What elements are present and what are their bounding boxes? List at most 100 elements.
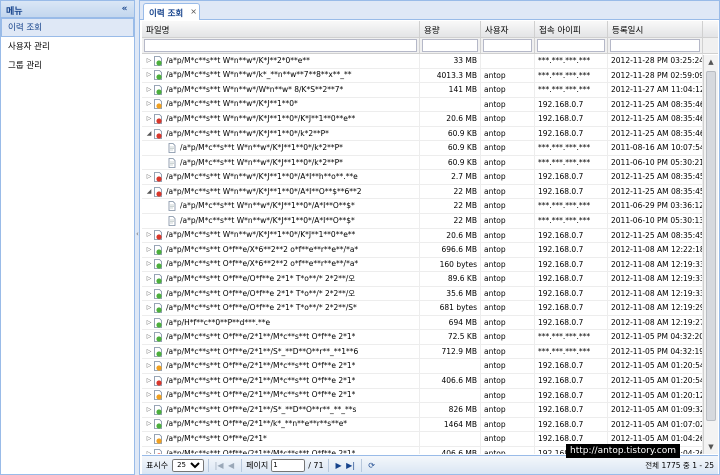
size-cell: 712.9 MB <box>420 344 481 359</box>
table-row[interactable]: ▷ /a*p/M*c**s**t O*f**e/2*1**/k*_**n**e**… <box>142 417 718 433</box>
expand-toggle-icon[interactable]: ▷ <box>145 316 153 330</box>
size-cell <box>420 359 481 374</box>
table-row[interactable]: ▷ /a*p/M*c**s**t O*f**e/2*1**/M*c**s**t O… <box>142 330 718 345</box>
expand-toggle-icon[interactable]: ▷ <box>145 418 153 432</box>
date-cell: 2012-11-08 AM 12:19:33 <box>608 257 703 272</box>
file-status-icon <box>153 346 163 357</box>
table-row[interactable]: ▷ /a*p/M*c**s**t O*f**e/X*6**2**2 o*f**e*… <box>142 243 718 258</box>
first-page-icon[interactable]: |◀ <box>213 461 225 470</box>
table-row[interactable]: ▷ /a*p/M*c**s**t W*n**w*/k*_**n**w**7**8*… <box>142 68 718 84</box>
scroll-up-icon[interactable]: ▲ <box>704 55 718 69</box>
table-row[interactable]: ▷ /a*p/M*c**s**t W*n**w*/K*J**2*0**e** 33 … <box>142 54 718 69</box>
filename-cell: ▷ /a*p/M*c**s**t O*f**e/2*1**/M*c**s**t O… <box>142 374 420 388</box>
table-row[interactable]: ▷ /a*p/M*c**s**t W*n**w*/K*J**1**0*/A*I**… <box>142 170 718 185</box>
size-cell: 22 MB <box>420 199 481 214</box>
expand-toggle-icon[interactable]: ▷ <box>145 345 153 359</box>
scroll-thumb[interactable] <box>706 71 716 421</box>
menu-item[interactable]: 사용자 관리 <box>1 37 134 56</box>
vertical-scrollbar[interactable]: ▲ ▼ <box>703 55 718 454</box>
table-row[interactable]: ▷ /a*p/M*c**s**t O*f**e/X*6**2**2 o*f**e*… <box>142 257 718 273</box>
filter-date-input[interactable] <box>610 39 700 52</box>
date-cell: 2012-11-25 AM 08:35:45 <box>608 228 703 243</box>
table-row[interactable]: /a*p/M*c**s**t W*n**w*/K*J**1**0*/A*I**O… <box>142 199 718 215</box>
expand-toggle-icon[interactable]: ▷ <box>145 258 153 272</box>
expand-toggle-icon[interactable]: ▷ <box>145 447 153 454</box>
table-row[interactable]: ▷ /a*p/H*f**c**0**P**d***.**e 694 MB antop 1… <box>142 315 718 331</box>
filter-user-input[interactable] <box>483 39 532 52</box>
header-spacer <box>703 21 718 37</box>
expand-toggle-icon[interactable]: ▷ <box>145 330 153 344</box>
size-cell: 60.9 KB <box>420 141 481 155</box>
expand-toggle-icon[interactable]: ▷ <box>145 359 153 373</box>
expand-toggle-icon[interactable]: ▷ <box>145 69 153 83</box>
page-number-input[interactable] <box>271 458 306 472</box>
expand-toggle-icon[interactable]: ▷ <box>145 389 153 403</box>
file-status-icon <box>153 186 163 197</box>
table-row[interactable]: ▷ /a*p/M*c**s**t O*f**e/2*1**/M*c**s**t O… <box>142 359 718 375</box>
filter-filename-input[interactable] <box>144 39 417 52</box>
tab-history[interactable]: 이력 조회 × <box>143 3 200 20</box>
table-row[interactable]: /a*p/M*c**s**t W*n**w*/K*J**1**0*/A*I**O… <box>142 214 718 229</box>
ip-cell: 192.168.0.7 <box>535 170 608 184</box>
expand-toggle-icon[interactable]: ▷ <box>145 287 153 301</box>
ip-cell: ***.***.***.*** <box>535 54 608 68</box>
next-page-icon[interactable]: ▶ <box>333 461 345 470</box>
expand-toggle-icon[interactable]: ▷ <box>145 170 153 184</box>
expand-toggle-icon[interactable]: ▷ <box>145 243 153 257</box>
table-row[interactable]: ▷ /a*p/M*c**s**t W*n**w*/K*J**1**0* antop 1… <box>142 97 718 113</box>
filter-size-input[interactable] <box>422 39 478 52</box>
expand-toggle-icon[interactable]: ▷ <box>145 229 153 243</box>
column-header-filename[interactable]: 파일명 <box>142 21 420 37</box>
table-row[interactable]: ▷ /a*p/M*c**s**t O*f**e/2*1**/S*_**D**O**… <box>142 344 718 360</box>
filename-text: /a*p/M*c**s**t O*f**e/2*1**/S*_**D**O**r… <box>166 404 357 414</box>
page-size-select[interactable]: 25 <box>172 458 205 472</box>
expand-toggle-icon[interactable]: ◢ <box>145 127 153 141</box>
prev-page-icon[interactable]: ◀ <box>225 461 237 470</box>
column-header-date[interactable]: 등록일시 <box>608 21 703 37</box>
column-header-ip[interactable]: 접속 아이피 <box>535 21 608 37</box>
filter-ip-input[interactable] <box>537 39 605 52</box>
menu-item[interactable]: 이력 조회 <box>1 18 134 37</box>
filename-cell: ▷ /a*p/M*c**s**t W*n**w*/K*J**1**0*/A*I**… <box>142 170 420 184</box>
ip-cell: 192.168.0.7 <box>535 417 608 432</box>
file-status-icon <box>153 99 163 110</box>
expand-toggle-icon[interactable]: ▷ <box>145 54 153 68</box>
table-row[interactable]: ▷ /a*p/M*c**s**t O*f**e/2*1**/S*_**D**O**… <box>142 403 718 418</box>
table-row[interactable]: /a*p/M*c**s**t W*n**w*/K*J**1**0*/k*2**P… <box>142 141 718 156</box>
expand-toggle-icon[interactable]: ▷ <box>145 432 153 446</box>
table-row[interactable]: /a*p/M*c**s**t W*n**w*/K*J**1**0*/k*2**P… <box>142 155 718 171</box>
scroll-down-icon[interactable]: ▼ <box>704 440 718 454</box>
expand-toggle-icon[interactable]: ▷ <box>145 112 153 126</box>
expand-toggle-icon[interactable]: ▷ <box>145 83 153 97</box>
expand-toggle-icon[interactable]: ▷ <box>145 301 153 315</box>
close-icon[interactable]: × <box>190 7 197 16</box>
column-header-size[interactable]: 용량 <box>420 21 481 37</box>
refresh-icon[interactable]: ⟳ <box>366 461 378 470</box>
table-row[interactable]: ▷ /a*p/M*c**s**t O*f**e/2*1**/M*c**s**t O… <box>142 374 718 389</box>
table-row[interactable]: ◢ /a*p/M*c**s**t W*n**w*/K*J**1**0*/k*2**… <box>142 126 718 142</box>
table-row[interactable]: ◢ /a*p/M*c**s**t W*n**w*/K*J**1**0*/A*I**… <box>142 184 718 200</box>
table-row[interactable]: ▷ /a*p/M*c**s**t W*n**w*/K*J**1**0*/K*J**… <box>142 112 718 127</box>
expand-toggle-icon[interactable]: ▷ <box>145 98 153 112</box>
filename-cell: ▷ /a*p/M*c**s**t W*n**w*/W*n**w* 8/K*S**2… <box>142 83 420 97</box>
expand-toggle-icon[interactable]: ▷ <box>145 374 153 388</box>
menu-item[interactable]: 그룹 관리 <box>1 56 134 75</box>
collapse-icon[interactable]: « <box>119 4 130 15</box>
ip-cell: ***.***.***.*** <box>535 141 608 155</box>
table-row[interactable]: ▷ /a*p/M*c**s**t W*n**w*/W*n**w* 8/K*S**2… <box>142 83 718 98</box>
user-cell: antop <box>481 243 535 257</box>
table-row[interactable]: ▷ /a*p/M*c**s**t O*f**e/O*f**e 2*1* T*o**… <box>142 286 718 302</box>
filename-cell: ▷ /a*p/M*c**s**t O*f**e/O*f**e 2*1* T*o**… <box>142 301 420 315</box>
filename-cell: ▷ /a*p/H*f**c**0**P**d***.**e <box>142 315 420 330</box>
table-row[interactable]: ▷ /a*p/M*c**s**t O*f**e/O*f**e 2*1* T*o**… <box>142 272 718 287</box>
file-status-icon <box>153 303 163 313</box>
expand-toggle-icon[interactable]: ◢ <box>145 185 153 199</box>
table-row[interactable]: ▷ /a*p/M*c**s**t O*f**e/2*1**/M*c**s**t O… <box>142 388 718 404</box>
date-cell: 2012-11-08 AM 12:19:29 <box>608 301 703 315</box>
expand-toggle-icon[interactable]: ▷ <box>145 272 153 286</box>
table-row[interactable]: ▷ /a*p/M*c**s**t O*f**e/O*f**e 2*1* T*o**… <box>142 301 718 316</box>
last-page-icon[interactable]: ▶| <box>345 461 357 470</box>
column-header-user[interactable]: 사용자 <box>481 21 535 37</box>
table-row[interactable]: ▷ /a*p/M*c**s**t W*n**w*/K*J**1**0*/K*J**… <box>142 228 718 244</box>
expand-toggle-icon[interactable]: ▷ <box>145 403 153 417</box>
